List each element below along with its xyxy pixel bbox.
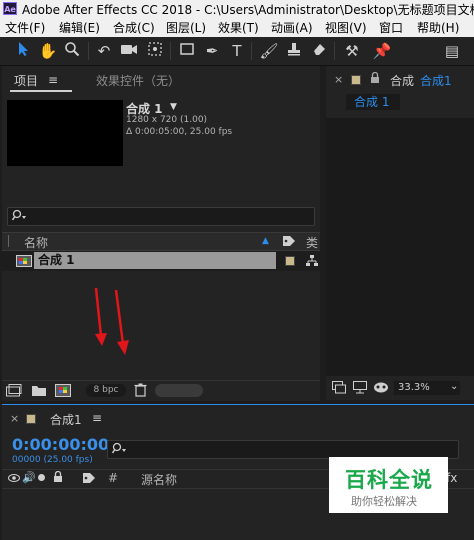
- panel-menu-icon[interactable]: ≡: [48, 73, 58, 87]
- comp-tab-label[interactable]: 合成: [390, 72, 414, 89]
- interpret-footage-icon[interactable]: [6, 384, 22, 400]
- visibility-eye-icon[interactable]: [8, 472, 20, 487]
- audio-speaker-icon[interactable]: 🔊: [22, 471, 36, 484]
- project-search-input[interactable]: [7, 207, 315, 226]
- menu-animation[interactable]: 动画(A): [271, 19, 313, 36]
- toolbar-separator: [170, 42, 171, 60]
- project-panel: 项目 ≡ 效果控件（无） 合成 1 ▼ 1280 x 720 (1.00) Δ …: [2, 66, 320, 401]
- current-timecode[interactable]: 0:00:00:00: [12, 435, 109, 454]
- search-icon: [111, 442, 128, 458]
- chevron-down-icon[interactable]: ⌄: [450, 381, 458, 392]
- column-type-header[interactable]: 类: [306, 234, 318, 251]
- annotation-arrows: [94, 287, 129, 355]
- column-name-header[interactable]: 名称: [24, 234, 48, 251]
- menu-bar: 文件(F) 编辑(E) 合成(C) 图层(L) 效果(T) 动画(A) 视图(V…: [0, 17, 474, 37]
- comp-flowchart-icon: [305, 254, 319, 271]
- tab-active-indicator: [10, 90, 72, 92]
- rectangle-tool-icon[interactable]: [177, 41, 197, 61]
- new-composition-icon[interactable]: [55, 384, 71, 400]
- roto-brush-tool-icon[interactable]: ⚒: [342, 41, 362, 61]
- thumbnail-size-slider[interactable]: [155, 384, 203, 397]
- timeline-label-swatch: [26, 414, 36, 424]
- comp-dropdown-icon[interactable]: ▼: [170, 102, 177, 112]
- hand-tool-icon[interactable]: ✋: [38, 41, 58, 61]
- sort-ascending-icon[interactable]: ▲: [262, 236, 269, 246]
- comp-viewer[interactable]: [326, 118, 474, 376]
- composition-icon: [16, 255, 32, 270]
- watermark-title: 百科全说: [345, 468, 433, 492]
- type-tool-icon[interactable]: T: [227, 41, 247, 61]
- trash-icon[interactable]: [134, 383, 147, 400]
- solo-dot-icon[interactable]: [38, 474, 45, 481]
- menu-effect[interactable]: 效果(T): [218, 19, 259, 36]
- lock-icon[interactable]: [53, 470, 63, 486]
- project-item-name[interactable]: 合成 1: [34, 252, 276, 269]
- frame-info: 00000 (25.00 fps): [12, 455, 93, 465]
- comp-bottom-bar: 33.3% ⌄: [326, 376, 474, 400]
- brush-tool-icon[interactable]: 🖌: [259, 41, 279, 61]
- puppet-pin-tool-icon[interactable]: 📌: [372, 41, 392, 61]
- comp-info-duration: Δ 0:00:05:00, 25.00 fps: [126, 127, 233, 137]
- after-effects-logo: Ae: [3, 2, 17, 15]
- window-title: Adobe After Effects CC 2018 - C:\Users\A…: [22, 3, 474, 17]
- menu-help[interactable]: 帮助(H): [417, 19, 459, 36]
- baike-watermark: 百科全说 助你轻松解决: [329, 457, 448, 513]
- tab-project[interactable]: 项目: [14, 72, 38, 89]
- layer-number-header: #: [108, 471, 119, 485]
- clone-stamp-tool-icon[interactable]: [284, 41, 304, 61]
- tools-toolbar: ✋ ↶ ✒ T 🖌 ⚒ 📌 ▤: [0, 37, 474, 66]
- workspace-icon[interactable]: ▤: [442, 41, 462, 61]
- close-icon[interactable]: ×: [334, 73, 343, 86]
- new-folder-icon[interactable]: [31, 384, 47, 400]
- menu-composition[interactable]: 合成(C): [113, 19, 155, 36]
- title-bar: Ae Adobe After Effects CC 2018 - C:\User…: [0, 0, 474, 17]
- comp-tab-name[interactable]: 合成1: [420, 72, 452, 89]
- bit-depth-button[interactable]: 8 bpc: [86, 384, 126, 397]
- search-icon: [11, 209, 28, 225]
- menu-file[interactable]: 文件(F): [5, 19, 45, 36]
- source-name-header[interactable]: 源名称: [141, 471, 177, 488]
- label-column-icon[interactable]: [282, 234, 296, 251]
- menu-window[interactable]: 窗口: [379, 19, 403, 36]
- selection-tool-icon[interactable]: [14, 41, 34, 61]
- toolbar-separator: [251, 42, 252, 60]
- zoom-level-value: 33.3%: [398, 382, 430, 393]
- watermark-subtitle: 助你轻松解决: [351, 495, 417, 508]
- project-column-header: 名称 ▲ 类: [2, 232, 320, 251]
- comp-info-size: 1280 x 720 (1.00): [126, 115, 208, 125]
- label-color-swatch[interactable]: [285, 256, 295, 266]
- column-divider: [8, 235, 17, 247]
- menu-layer[interactable]: 图层(L): [166, 19, 206, 36]
- pan-behind-tool-icon[interactable]: [145, 41, 165, 61]
- lock-icon[interactable]: [370, 71, 380, 87]
- project-bottom-bar: 8 bpc: [2, 380, 320, 401]
- panel-menu-icon[interactable]: ≡: [92, 411, 102, 425]
- tab-effect-controls[interactable]: 效果控件（无）: [96, 72, 180, 89]
- comp-thumbnail: [7, 100, 123, 166]
- region-of-interest-icon[interactable]: [332, 381, 346, 397]
- pen-tool-icon[interactable]: ✒: [202, 41, 222, 61]
- close-icon[interactable]: ×: [10, 412, 19, 425]
- toolbar-separator: [88, 42, 89, 60]
- menu-edit[interactable]: 编辑(E): [59, 19, 100, 36]
- toolbar-separator: [334, 42, 335, 60]
- monitor-icon[interactable]: [353, 381, 367, 397]
- composition-panel: × 合成 合成1 合成 1 33.3% ⌄: [326, 66, 474, 400]
- comp-label-swatch: [351, 75, 361, 85]
- menu-view[interactable]: 视图(V): [325, 19, 367, 36]
- zoom-tool-icon[interactable]: [62, 41, 82, 61]
- mask-visibility-icon[interactable]: [373, 381, 389, 397]
- eraser-tool-icon[interactable]: [309, 41, 329, 61]
- timeline-tab[interactable]: 合成1: [50, 411, 82, 428]
- rotate-tool-icon[interactable]: ↶: [94, 41, 114, 61]
- comp-flow-subtab[interactable]: 合成 1: [346, 94, 400, 110]
- label-column-icon[interactable]: [82, 471, 96, 488]
- camera-tool-icon[interactable]: [119, 41, 139, 61]
